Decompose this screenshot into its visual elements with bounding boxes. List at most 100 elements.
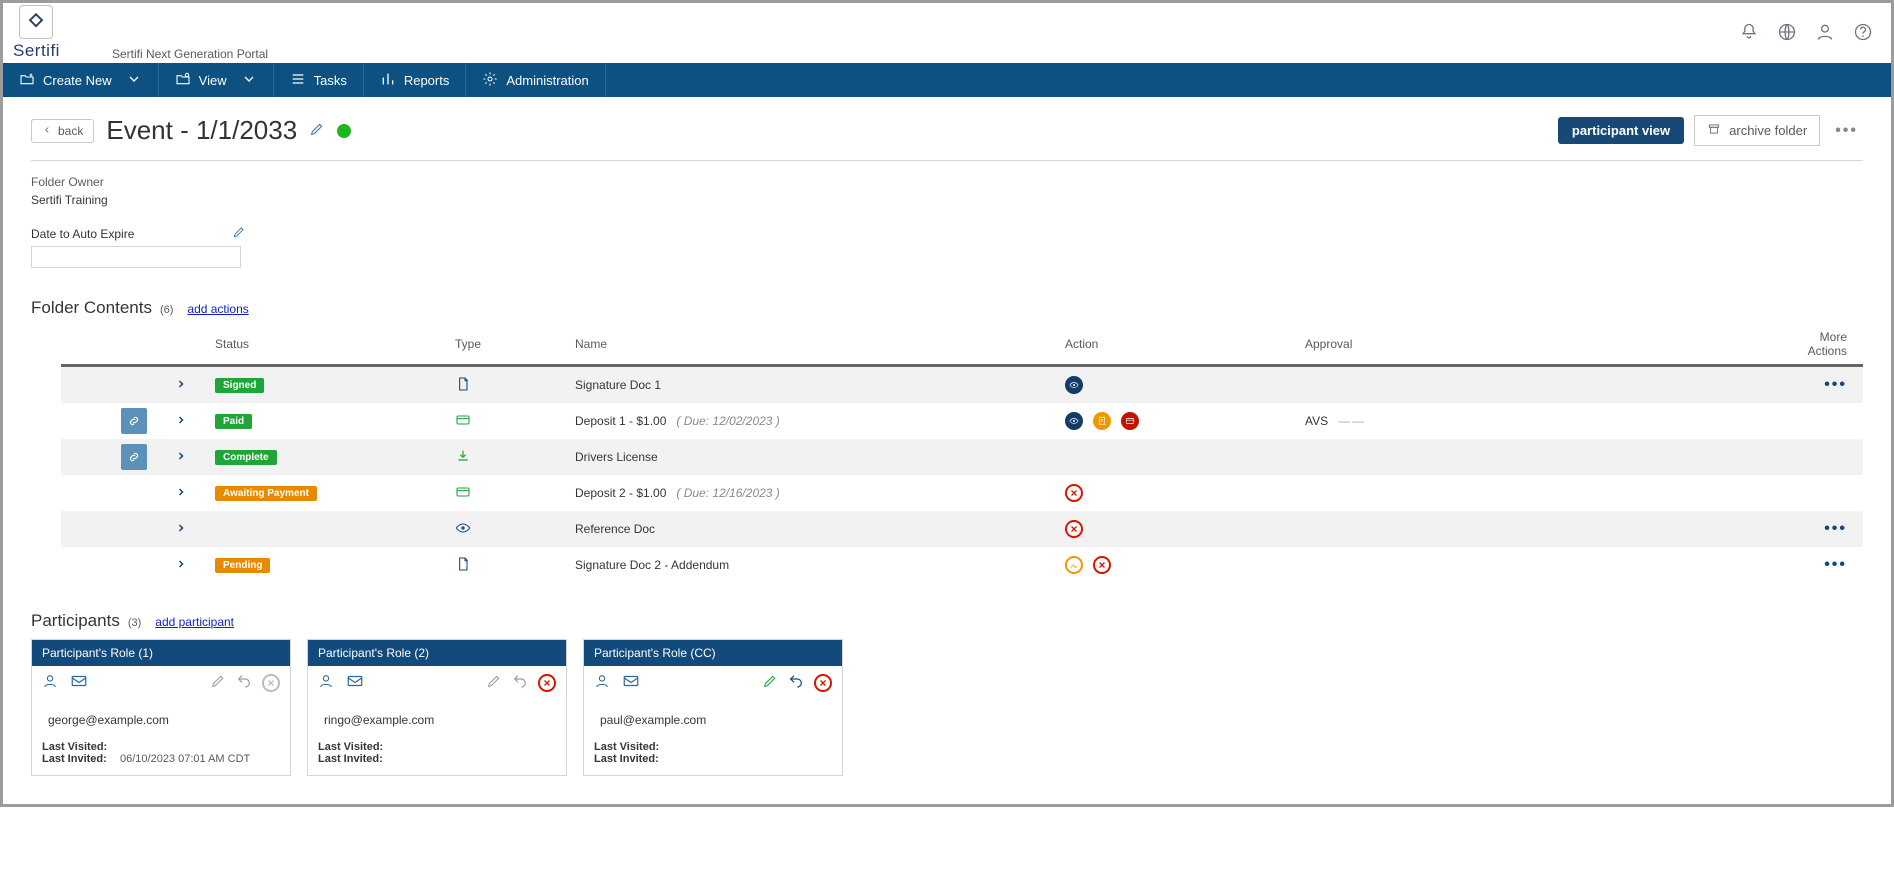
- status-badge: Complete: [215, 450, 277, 465]
- nav-administration[interactable]: Administration: [466, 63, 605, 97]
- expand-row-icon[interactable]: [175, 379, 187, 393]
- sign-action-icon[interactable]: [1065, 556, 1083, 574]
- participant-view-button[interactable]: participant view: [1558, 117, 1684, 144]
- participant-edit-icon[interactable]: [486, 673, 502, 692]
- globe-icon[interactable]: [1777, 22, 1797, 45]
- status-badge: Pending: [215, 558, 270, 573]
- auto-expire-input[interactable]: [31, 246, 241, 268]
- type-icon: [455, 376, 471, 392]
- participant-undo-icon[interactable]: [512, 673, 528, 692]
- expand-row-icon[interactable]: [175, 487, 187, 501]
- nav-tasks[interactable]: Tasks: [274, 63, 364, 97]
- status-badge: Paid: [215, 414, 252, 429]
- row-name: Signature Doc 1: [575, 378, 661, 392]
- help-icon[interactable]: [1853, 22, 1873, 45]
- edit-expire-icon[interactable]: [232, 225, 246, 242]
- nav-label: Reports: [404, 73, 450, 88]
- receipt-action-icon[interactable]: [1093, 412, 1111, 430]
- participant-mail-icon[interactable]: [622, 672, 640, 693]
- last-visited-label: Last Visited:: [318, 741, 386, 753]
- link-chip-icon[interactable]: [121, 444, 147, 470]
- cancel-action-icon[interactable]: [1065, 520, 1083, 538]
- edit-title-icon[interactable]: [309, 121, 325, 140]
- participant-email: ringo@example.com: [324, 713, 556, 727]
- participants-title: Participants: [31, 611, 120, 631]
- participant-card: Participant's Role (2) ringo@example.com…: [307, 639, 567, 776]
- participant-mail-icon[interactable]: [346, 672, 364, 693]
- col-type: Type: [451, 337, 571, 351]
- folder-contents-count: (6): [160, 304, 173, 316]
- nav-label: Create New: [43, 73, 112, 88]
- expand-row-icon[interactable]: [175, 523, 187, 537]
- row-more-icon[interactable]: •••: [1824, 520, 1847, 537]
- approval-label: AVS: [1305, 414, 1328, 428]
- participant-user-icon[interactable]: [318, 673, 334, 692]
- participant-remove-icon[interactable]: [538, 674, 556, 692]
- view-action-icon[interactable]: [1065, 412, 1083, 430]
- add-participant-link[interactable]: add participant: [155, 615, 234, 629]
- folder-find-icon: [175, 71, 191, 90]
- auto-expire-row: Date to Auto Expire: [31, 225, 1863, 268]
- last-invited-label: Last Invited:: [42, 753, 110, 765]
- bar-chart-icon: [380, 71, 396, 90]
- brand-glyph: [19, 5, 53, 39]
- nav-view[interactable]: View: [159, 63, 274, 97]
- list-icon: [290, 71, 306, 90]
- link-chip-icon[interactable]: [121, 408, 147, 434]
- expand-row-icon[interactable]: [175, 559, 187, 573]
- contents-table-head: Status Type Name Action Approval More Ac…: [61, 324, 1863, 367]
- participant-role: Participant's Role (2): [308, 640, 566, 666]
- col-more: More Actions: [1783, 330, 1863, 358]
- gear-icon: [482, 71, 498, 90]
- col-name: Name: [571, 337, 1061, 351]
- title-row: back Event - 1/1/2033 participant view a…: [31, 115, 1863, 146]
- participant-view-label: participant view: [1572, 123, 1670, 138]
- type-icon: [455, 412, 471, 428]
- archive-folder-button[interactable]: archive folder: [1694, 115, 1820, 146]
- add-actions-link[interactable]: add actions: [187, 302, 248, 316]
- brand-name: Sertifi: [13, 41, 60, 61]
- expand-row-icon[interactable]: [175, 451, 187, 465]
- participant-edit-icon[interactable]: [762, 673, 778, 692]
- status-badge: Awaiting Payment: [215, 486, 317, 501]
- last-invited-label: Last Invited:: [318, 753, 386, 765]
- page-body: back Event - 1/1/2033 participant view a…: [3, 97, 1891, 804]
- more-actions-button[interactable]: •••: [1830, 117, 1863, 145]
- cancel-action-icon[interactable]: [1093, 556, 1111, 574]
- participant-card: Participant's Role (1) george@example.co…: [31, 639, 291, 776]
- page-title: Event - 1/1/2033: [106, 115, 297, 146]
- row-more-icon[interactable]: •••: [1824, 376, 1847, 393]
- back-button[interactable]: back: [31, 119, 94, 143]
- nav-reports[interactable]: Reports: [364, 63, 467, 97]
- participant-undo-icon[interactable]: [236, 673, 252, 692]
- folder-owner-value: Sertifi Training: [31, 193, 1863, 207]
- row-actions: [1065, 556, 1297, 574]
- nav-bar: Create New View Tasks Reports Administra…: [3, 63, 1891, 97]
- profile-icon[interactable]: [1815, 22, 1835, 45]
- title-actions: participant view archive folder •••: [1558, 115, 1863, 146]
- participant-remove-icon[interactable]: [814, 674, 832, 692]
- notifications-icon[interactable]: [1739, 22, 1759, 45]
- participant-remove-icon[interactable]: [262, 674, 280, 692]
- participant-mail-icon[interactable]: [70, 672, 88, 693]
- chevron-down-icon: [126, 71, 142, 90]
- participant-edit-icon[interactable]: [210, 673, 226, 692]
- participant-undo-icon[interactable]: [788, 673, 804, 692]
- cancel-action-icon[interactable]: [1065, 484, 1083, 502]
- participant-user-icon[interactable]: [42, 673, 58, 692]
- table-row: SignedSignature Doc 1•••: [61, 367, 1863, 403]
- nav-create-new[interactable]: Create New: [3, 63, 159, 97]
- folder-contents-title: Folder Contents: [31, 298, 152, 318]
- expand-row-icon[interactable]: [175, 415, 187, 429]
- row-more-icon[interactable]: •••: [1824, 556, 1847, 573]
- participant-email: paul@example.com: [600, 713, 832, 727]
- participant-card: Participant's Role (CC) paul@example.com…: [583, 639, 843, 776]
- portal-name: Sertifi Next Generation Portal: [112, 47, 268, 61]
- row-due: ( Due: 12/02/2023 ): [676, 414, 779, 428]
- participant-user-icon[interactable]: [594, 673, 610, 692]
- view-action-icon[interactable]: [1065, 376, 1083, 394]
- brand: Sertifi Sertifi Next Generation Portal: [13, 5, 268, 61]
- payment-action-icon[interactable]: [1121, 412, 1139, 430]
- folder-contents-head: Folder Contents (6) add actions: [31, 298, 1863, 318]
- participant-cards: Participant's Role (1) george@example.co…: [31, 639, 1863, 776]
